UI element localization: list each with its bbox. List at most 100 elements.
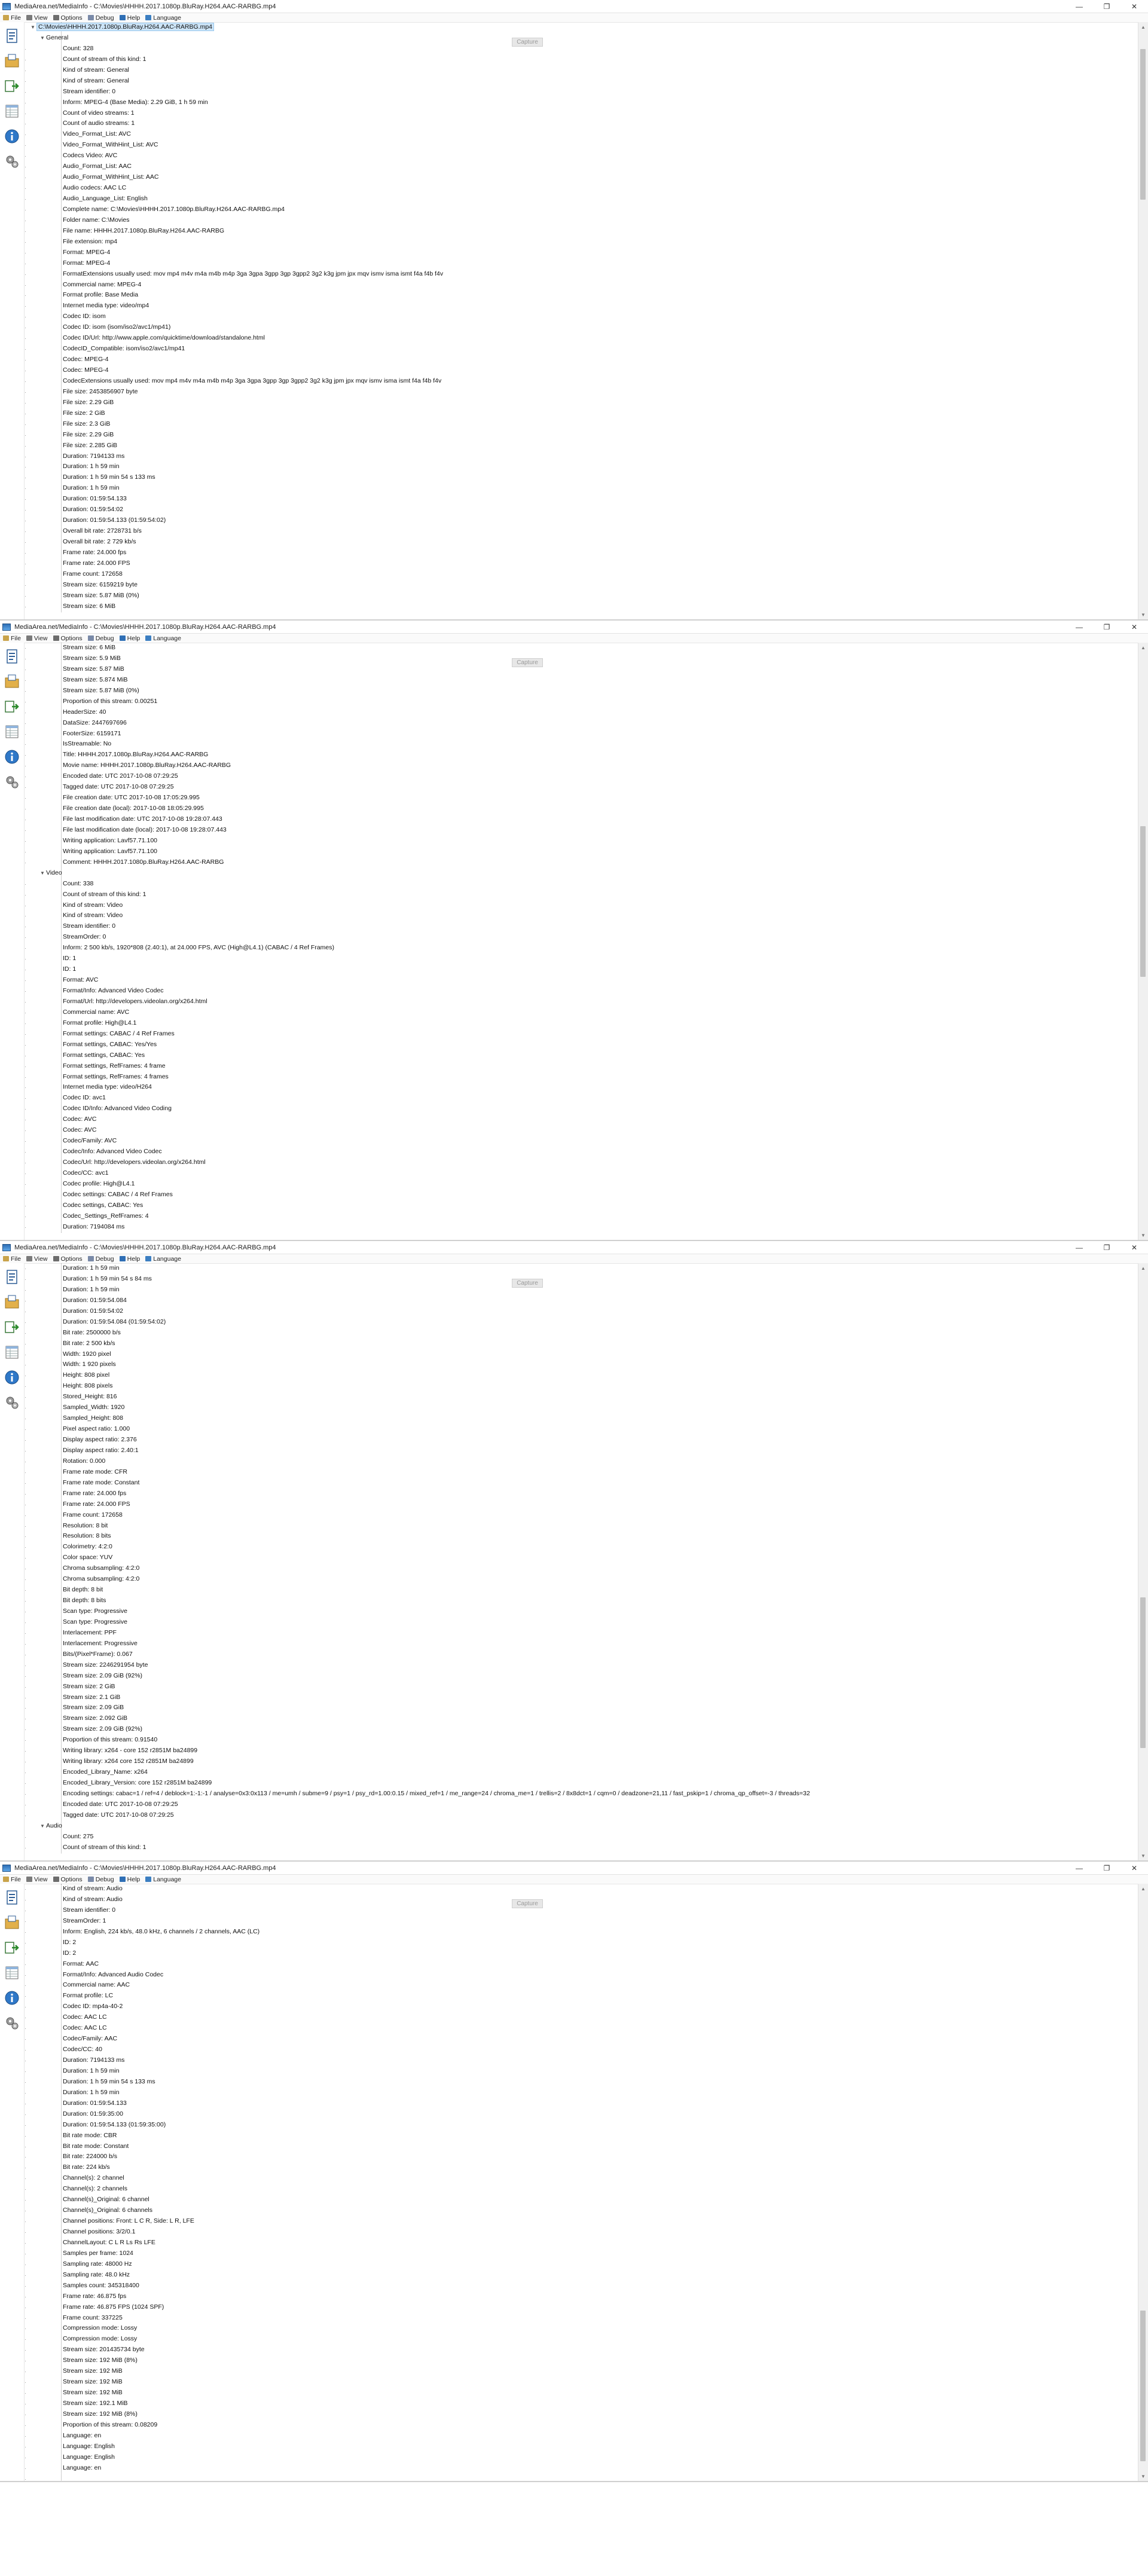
- tree-field-row[interactable]: Channel(s)_Original: 6 channel: [25, 2195, 1138, 2205]
- scroll-down-icon[interactable]: ▼: [1138, 2471, 1148, 2481]
- preferences-icon[interactable]: [2, 150, 22, 173]
- tree-field-row[interactable]: Frame rate: 24.000 FPS: [25, 1499, 1138, 1510]
- tree-field-row[interactable]: CodecExtensions usually used: mov mp4 m4…: [25, 376, 1138, 387]
- tree-field-row[interactable]: Format settings, CABAC: Yes: [25, 1050, 1138, 1061]
- tree-field-row[interactable]: Codec ID/Url: http://www.apple.com/quick…: [25, 333, 1138, 344]
- tree-field-row[interactable]: Encoded_Library_Name: x264: [25, 1767, 1138, 1778]
- tree-field-row[interactable]: ID: 1: [25, 964, 1138, 975]
- tree-field-row[interactable]: Language: English: [25, 2452, 1138, 2463]
- tree-field-row[interactable]: FormatExtensions usually used: mov mp4 m…: [25, 269, 1138, 280]
- menu-file[interactable]: File: [1, 1876, 25, 1883]
- tree-field-row[interactable]: [25, 2474, 1138, 2481]
- tree-field-row[interactable]: Video_Format_WithHint_List: AVC: [25, 140, 1138, 151]
- menu-view[interactable]: View: [25, 14, 51, 22]
- tree-field-row[interactable]: Stream size: 6 MiB: [25, 643, 1138, 653]
- info-tree-panel[interactable]: Duration: 1 h 59 min Duration: 1 h 59 min…: [25, 1263, 1138, 1860]
- tree-field-row[interactable]: Stream size: 2.09 GiB (92%): [25, 1671, 1138, 1682]
- tree-field-row[interactable]: Bit rate: 2 500 kb/s: [25, 1339, 1138, 1349]
- tree-field-row[interactable]: Complete name: C:\Movies\HHHH.2017.1080p…: [25, 204, 1138, 215]
- scrollbar-thumb[interactable]: [1140, 826, 1146, 977]
- tree-field-row[interactable]: Duration: 01:59:54.084 (01:59:54:02): [25, 1317, 1138, 1328]
- tree-field-row[interactable]: Language: en: [25, 2431, 1138, 2441]
- tree-field-row[interactable]: Inform: English, 224 kb/s, 48.0 kHz, 6 c…: [25, 1927, 1138, 1938]
- tree-field-row[interactable]: Pixel aspect ratio: 1.000: [25, 1424, 1138, 1435]
- scroll-down-icon[interactable]: ▼: [1138, 610, 1148, 619]
- tree-section-row[interactable]: ▼ General: [25, 33, 1138, 44]
- tree-field-row[interactable]: Channel(s): 2 channels: [25, 2184, 1138, 2195]
- tree-field-row[interactable]: Stream identifier: 0: [25, 1905, 1138, 1916]
- tree-field-row[interactable]: Commercial name: AAC: [25, 1980, 1138, 1991]
- tree-field-row[interactable]: ChannelLayout: C L R Ls Rs LFE: [25, 2238, 1138, 2248]
- tree-field-row[interactable]: Duration: 1 h 59 min: [25, 2088, 1138, 2098]
- tree-field-row[interactable]: Codec_Settings_RefFrames: 4: [25, 1211, 1138, 1222]
- tree-field-row[interactable]: Codec profile: High@L4.1: [25, 1179, 1138, 1190]
- preferences-icon[interactable]: [2, 1391, 22, 1414]
- tree-field-row[interactable]: Proportion of this stream: 0.91540: [25, 1735, 1138, 1746]
- tree-field-row[interactable]: Channel(s)_Original: 6 channels: [25, 2205, 1138, 2216]
- tree-field-row[interactable]: Bit rate: 224 kb/s: [25, 2162, 1138, 2173]
- tree-field-row[interactable]: Scan type: Progressive: [25, 1617, 1138, 1628]
- tree-field-row[interactable]: Stream size: 2.09 GiB (92%): [25, 1724, 1138, 1735]
- tree-field-row[interactable]: Format settings: CABAC / 4 Ref Frames: [25, 1029, 1138, 1040]
- tree-field-row[interactable]: Sampling rate: 48000 Hz: [25, 2259, 1138, 2270]
- tree-field-row[interactable]: Tagged date: UTC 2017-10-08 07:29:25: [25, 782, 1138, 793]
- tree-field-row[interactable]: Folder name: C:\Movies: [25, 215, 1138, 226]
- tree-field-row[interactable]: Encoded_Library_Version: core 152 r2851M…: [25, 1778, 1138, 1789]
- tree-field-row[interactable]: Codec/CC: avc1: [25, 1168, 1138, 1179]
- tree-field-row[interactable]: Format: AVC: [25, 975, 1138, 986]
- tree-field-row[interactable]: Color space: YUV: [25, 1553, 1138, 1563]
- tree-field-row[interactable]: Chroma subsampling: 4:2:0: [25, 1574, 1138, 1585]
- vertical-scrollbar[interactable]: ▲ ▼: [1138, 22, 1148, 619]
- tree-field-row[interactable]: Comment: HHHH.2017.1080p.BluRay.H264.AAC…: [25, 857, 1138, 868]
- tree-field-row[interactable]: Language: en: [25, 2463, 1138, 2474]
- tree-field-row[interactable]: Stream size: 2.09 GiB: [25, 1703, 1138, 1713]
- scroll-up-icon[interactable]: ▲: [1138, 643, 1148, 652]
- maximize-button[interactable]: ❐: [1093, 0, 1120, 13]
- tree-field-row[interactable]: Codec settings: CABAC / 4 Ref Frames: [25, 1190, 1138, 1200]
- tree-section-row[interactable]: ▼ Audio: [25, 1821, 1138, 1832]
- tree-field-row[interactable]: Codec settings, CABAC: Yes: [25, 1200, 1138, 1211]
- menu-debug[interactable]: Debug: [86, 1255, 118, 1263]
- tree-field-row[interactable]: Count of stream of this kind: 1: [25, 890, 1138, 900]
- export-icon[interactable]: [2, 1316, 22, 1339]
- tree-field-row[interactable]: Channel positions: 3/2/0.1: [25, 2227, 1138, 2238]
- tree-field-row[interactable]: Writing library: x264 core 152 r2851M ba…: [25, 1756, 1138, 1767]
- tree-field-row[interactable]: Stream size: 5.87 MiB (0%): [25, 686, 1138, 696]
- menu-language[interactable]: Language: [144, 635, 185, 642]
- about-info-icon[interactable]: [2, 745, 22, 768]
- tree-field-row[interactable]: Stream size: 192 MiB (8%): [25, 2355, 1138, 2366]
- tree-field-row[interactable]: Format: MPEG-4: [25, 258, 1138, 269]
- close-button[interactable]: ✕: [1120, 1241, 1148, 1254]
- collapse-toggle-icon[interactable]: ▼: [40, 1821, 46, 1832]
- tree-field-row[interactable]: Kind of stream: General: [25, 65, 1138, 76]
- tree-field-row[interactable]: Format profile: High@L4.1: [25, 1018, 1138, 1029]
- tree-field-row[interactable]: Writing application: Lavf57.71.100: [25, 836, 1138, 847]
- scroll-down-icon[interactable]: ▼: [1138, 1851, 1148, 1860]
- tree-field-row[interactable]: Sampled_Height: 808: [25, 1413, 1138, 1424]
- tree-field-row[interactable]: CodecID_Compatible: isom/iso2/avc1/mp41: [25, 344, 1138, 355]
- capture-button[interactable]: Capture: [512, 38, 543, 47]
- tree-field-row[interactable]: Duration: 1 h 59 min: [25, 462, 1138, 472]
- tree-field-row[interactable]: ID: 2: [25, 1938, 1138, 1948]
- tree-field-row[interactable]: File extension: mp4: [25, 237, 1138, 247]
- tree-field-row[interactable]: Format: AAC: [25, 1959, 1138, 1970]
- tree-field-row[interactable]: File name: HHHH.2017.1080p.BluRay.H264.A…: [25, 226, 1138, 237]
- close-button[interactable]: ✕: [1120, 1862, 1148, 1874]
- vertical-scrollbar[interactable]: ▲ ▼: [1138, 643, 1148, 1240]
- tree-field-row[interactable]: Count: 328: [25, 44, 1138, 54]
- tree-field-row[interactable]: Tagged date: UTC 2017-10-08 07:29:25: [25, 1810, 1138, 1821]
- tree-field-row[interactable]: Bits/(Pixel*Frame): 0.067: [25, 1649, 1138, 1660]
- scroll-up-icon[interactable]: ▲: [1138, 1263, 1148, 1273]
- tree-field-row[interactable]: File last modification date: UTC 2017-10…: [25, 814, 1138, 825]
- capture-button[interactable]: Capture: [512, 658, 543, 667]
- collapse-toggle-icon[interactable]: ▼: [30, 22, 36, 33]
- tree-field-row[interactable]: ID: 1: [25, 954, 1138, 964]
- sheet-view-icon[interactable]: [2, 720, 22, 743]
- tree-field-row[interactable]: Stream size: 2246291954 byte: [25, 1660, 1138, 1671]
- tree-field-row[interactable]: Duration: 01:59:54.133 (01:59:54:02): [25, 515, 1138, 526]
- tree-field-row[interactable]: Stream size: 192 MiB: [25, 2388, 1138, 2398]
- scrollbar-thumb[interactable]: [1140, 2310, 1146, 2461]
- tree-field-row[interactable]: Kind of stream: Video: [25, 900, 1138, 911]
- collapse-toggle-icon[interactable]: ▼: [40, 868, 46, 879]
- tree-field-row[interactable]: Width: 1920 pixel: [25, 1349, 1138, 1360]
